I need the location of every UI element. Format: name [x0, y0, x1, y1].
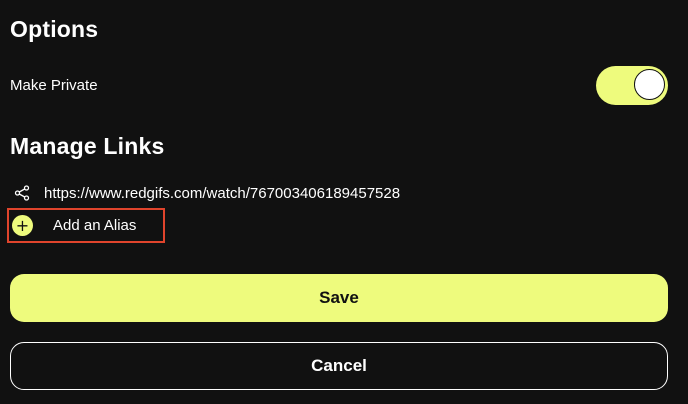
plus-icon: + [12, 215, 33, 236]
save-button[interactable]: Save [10, 274, 668, 322]
link-row: https://www.redgifs.com/watch/7670034061… [14, 182, 400, 204]
make-private-label: Make Private [10, 77, 98, 94]
add-alias-button[interactable]: + Add an Alias [7, 208, 165, 243]
share-icon [14, 185, 30, 201]
cancel-button[interactable]: Cancel [10, 342, 668, 390]
toggle-knob [634, 69, 665, 100]
edit-options-panel: Options Make Private Manage Links https:… [0, 0, 688, 404]
options-heading: Options [10, 16, 99, 42]
manage-links-heading: Manage Links [10, 133, 165, 159]
add-alias-label: Add an Alias [53, 217, 137, 234]
gif-link[interactable]: https://www.redgifs.com/watch/7670034061… [44, 185, 400, 202]
make-private-toggle[interactable] [596, 66, 668, 105]
